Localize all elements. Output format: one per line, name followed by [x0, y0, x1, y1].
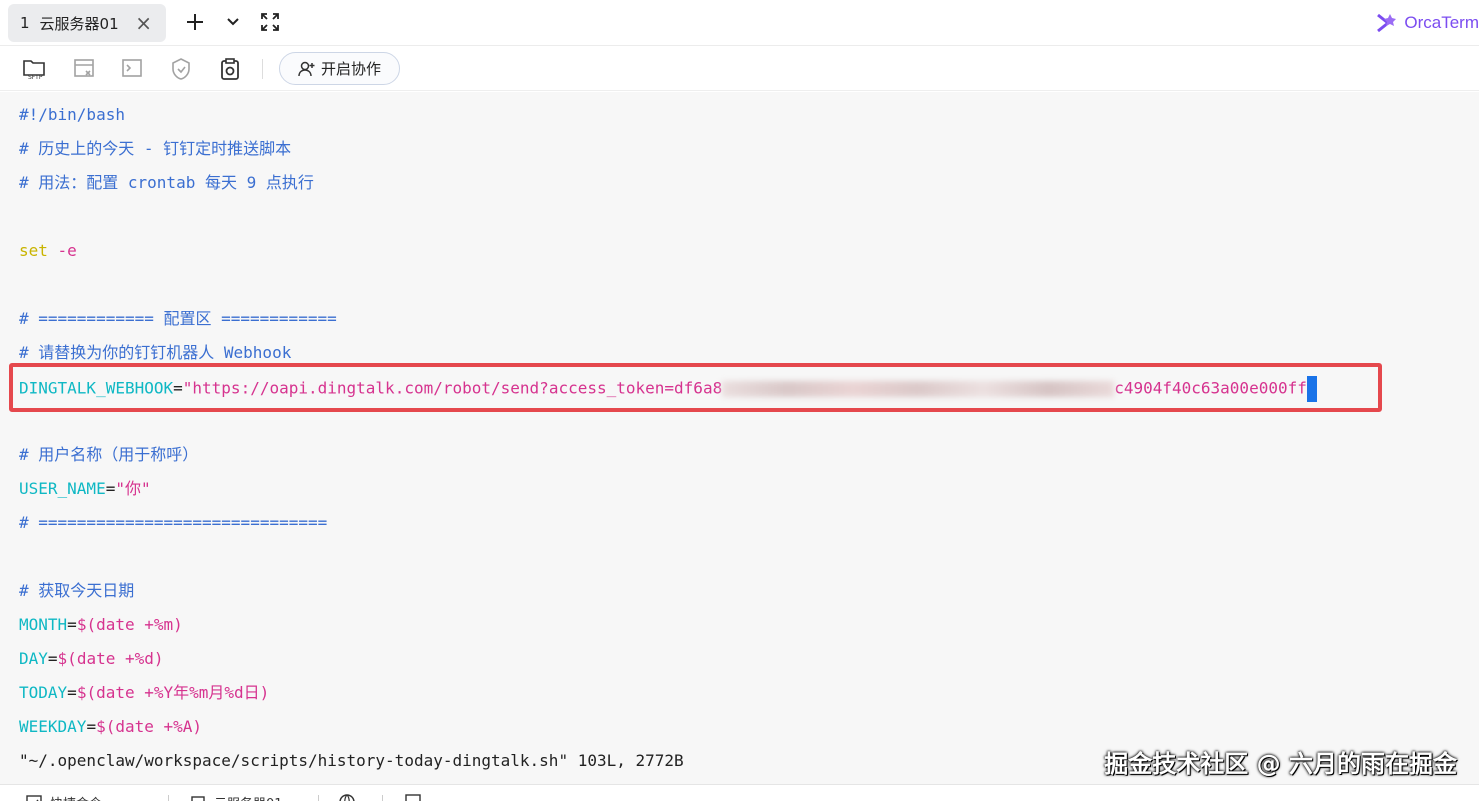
- code-line: # 请替换为你的钉钉机器人 Webhook: [19, 343, 292, 362]
- code-line: TODAY=$(date +%Y年%m月%d日): [19, 682, 269, 704]
- variable-name: MONTH: [19, 615, 68, 634]
- add-user-icon: [298, 61, 315, 76]
- equals: =: [105, 479, 116, 498]
- code-line: USER_NAME="你": [19, 478, 151, 500]
- equals: =: [47, 649, 58, 668]
- variable-name: USER_NAME: [19, 479, 106, 498]
- tab-title: 云服务器01: [39, 14, 119, 33]
- argument: -e: [47, 241, 77, 260]
- brand-logo: OrcaTerm: [1374, 9, 1479, 37]
- vim-status-line: "~/.openclaw/workspace/scripts/history-t…: [19, 751, 684, 770]
- equals: =: [67, 683, 77, 702]
- divider: [318, 795, 319, 801]
- divider: [382, 795, 383, 801]
- string-value: $(date +%Y年%m月%d日): [76, 683, 270, 702]
- code-line: MONTH=$(date +%m): [19, 614, 183, 636]
- code-line: # 用法：配置 crontab 每天 9 点执行: [19, 173, 314, 192]
- variable-name: WEEKDAY: [19, 717, 87, 736]
- start-collab-button[interactable]: 开启协作: [279, 52, 400, 85]
- code-line: # 获取今天日期: [19, 581, 135, 600]
- watermark: 掘金技术社区 @ 六月的雨在掘金: [1104, 750, 1457, 778]
- server-label: 云服务器01: [214, 793, 283, 801]
- quick-command-label: 快捷命令: [50, 793, 102, 801]
- equals: =: [67, 615, 77, 634]
- highlight-box: [9, 363, 1382, 412]
- collab-label: 开启协作: [320, 60, 381, 78]
- code-line: # ==============================: [19, 513, 328, 532]
- fullscreen-icon[interactable]: [256, 8, 284, 36]
- code-line: # ============ 配置区 ============: [19, 309, 337, 328]
- orcaterm-logo-icon: [1377, 13, 1397, 33]
- code-line: # 用户名称（用于称呼）: [19, 445, 199, 464]
- shield-icon[interactable]: [168, 56, 194, 82]
- quick-command-button[interactable]: 快捷命令: [26, 793, 102, 801]
- tmux-icon[interactable]: [120, 56, 146, 82]
- toolbar: SFTP 开启协作: [0, 47, 1479, 91]
- terminal-view[interactable]: #!/bin/bash # 历史上的今天 - 钉钉定时推送脚本 # 用法：配置 …: [0, 92, 1479, 784]
- code-line: DAY=$(date +%d): [19, 648, 164, 670]
- code-line: WEEKDAY=$(date +%A): [19, 716, 202, 738]
- code-line: # 历史上的今天 - 钉钉定时推送脚本: [19, 139, 292, 158]
- server-icon: [191, 795, 205, 801]
- server-selector[interactable]: 云服务器01: [190, 793, 283, 801]
- equals: =: [86, 717, 97, 736]
- string-value: "你": [115, 479, 151, 498]
- code-line: set -e: [19, 240, 77, 262]
- bottom-bar: 快捷命令 云服务器01: [0, 784, 1479, 801]
- tab-number: 1: [20, 14, 30, 32]
- string-value: $(date +%A): [96, 717, 203, 736]
- file-transfer-icon[interactable]: [71, 56, 97, 82]
- svg-text:SFTP: SFTP: [28, 74, 43, 81]
- add-tab-icon[interactable]: [181, 8, 209, 36]
- tab-server[interactable]: 1 云服务器01 ×: [8, 4, 166, 42]
- globe-icon[interactable]: [338, 793, 356, 801]
- tab-bar: 1 云服务器01 × OrcaTerm: [0, 0, 1479, 46]
- brand-name: OrcaTerm: [1404, 13, 1479, 32]
- checkbox-icon: [26, 794, 42, 801]
- sftp-icon[interactable]: SFTP: [22, 56, 48, 82]
- variable-name: DAY: [19, 649, 48, 668]
- toolbar-divider: [262, 59, 263, 79]
- variable-name: TODAY: [19, 683, 68, 702]
- square-icon[interactable]: [404, 793, 422, 801]
- clipboard-icon[interactable]: [217, 56, 243, 82]
- close-icon[interactable]: ×: [135, 11, 152, 35]
- keyword: set: [19, 241, 48, 260]
- chevron-down-icon[interactable]: [219, 8, 247, 36]
- string-value: $(date +%d): [57, 649, 164, 668]
- string-value: $(date +%m): [76, 615, 183, 634]
- divider: [168, 795, 169, 801]
- code-line: #!/bin/bash: [19, 105, 125, 124]
